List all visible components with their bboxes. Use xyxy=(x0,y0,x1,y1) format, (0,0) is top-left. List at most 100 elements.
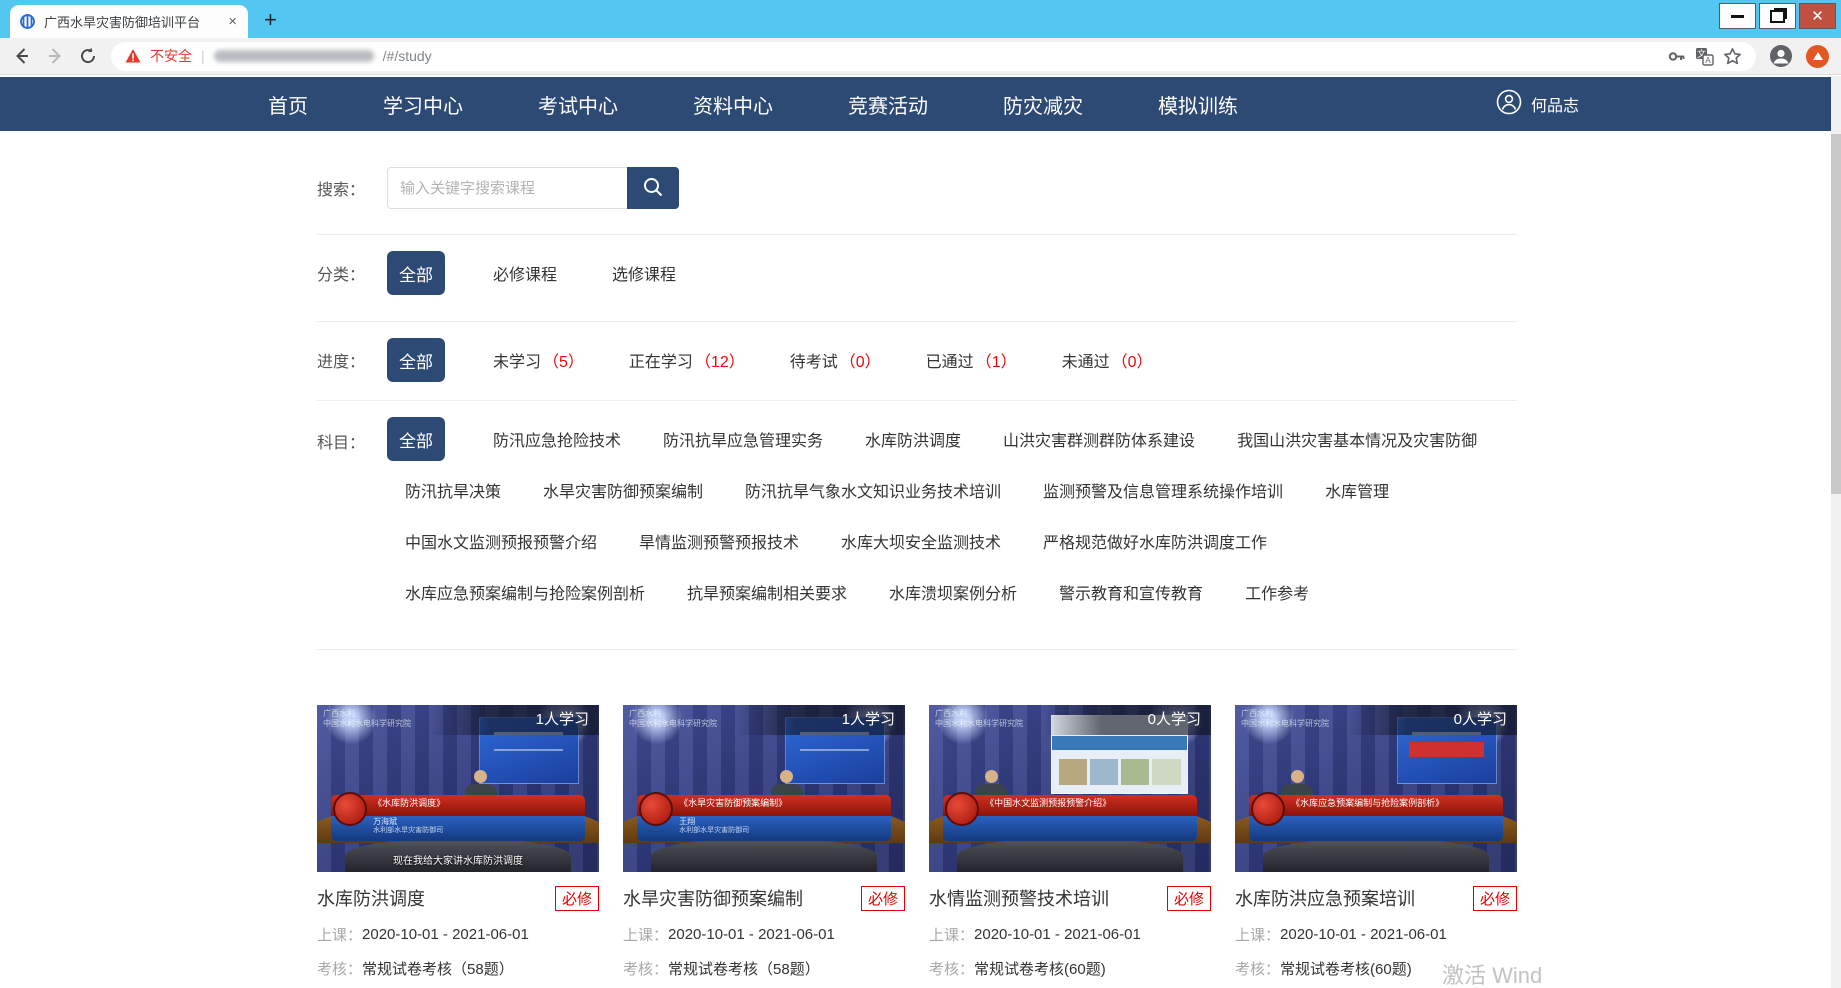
slide-image xyxy=(1090,759,1118,785)
lower-third-banner: 《水旱灾害防御预案编制》王翔水利部水旱灾害防御司 xyxy=(637,795,891,840)
course-card-2[interactable]: 广西水利中国水利水电科学研究院《水旱灾害防御预案编制》王翔水利部水旱灾害防御司1… xyxy=(623,705,905,988)
new-tab-button[interactable]: + xyxy=(264,9,277,31)
subject-row-2: 防汛抗旱决策 水旱灾害防御预案编制 防汛抗旱气象水文知识业务技术培训 监测预警及信息管… xyxy=(387,468,1519,512)
presenter-head xyxy=(985,770,998,783)
page-scrollbar[interactable] xyxy=(1831,76,1841,988)
subject-option[interactable]: 警示教育和宣传教育 xyxy=(1059,580,1203,604)
category-label: 分类： xyxy=(317,261,387,285)
translate-icon[interactable]: 文A xyxy=(1695,47,1714,66)
nav-item-6[interactable]: 防灾减灾 xyxy=(1003,90,1083,119)
scrollbar-thumb[interactable] xyxy=(1831,134,1841,494)
subject-option[interactable]: 防汛应急抢险技术 xyxy=(493,427,621,451)
nav-item-4[interactable]: 资料中心 xyxy=(693,90,773,119)
minimize-button[interactable] xyxy=(1719,3,1756,29)
nav-item-5[interactable]: 竞赛活动 xyxy=(848,90,928,119)
subject-option[interactable]: 水库应急预案编制与抢险案例剖析 xyxy=(405,580,645,604)
subject-option[interactable]: 中国水文监测预报预警介绍 xyxy=(405,529,597,553)
back-icon[interactable] xyxy=(12,46,32,66)
tab-close-icon[interactable]: × xyxy=(226,13,239,30)
maximize-icon xyxy=(1770,10,1785,23)
subject-option[interactable]: 防汛抗旱气象水文知识业务技术培训 xyxy=(745,478,1001,502)
class-dates-row: 上课：2020-10-01 - 2021-06-01 xyxy=(1235,924,1517,945)
reload-icon[interactable] xyxy=(78,46,98,66)
thumbnail-watermark-line2: 中国水利水电科学研究院 xyxy=(323,719,411,729)
close-icon: ✕ xyxy=(1811,9,1824,24)
class-label: 上课： xyxy=(317,924,362,945)
progress-filter-row: 进度： 全部 未学习（5） 正在学习（12） 待考试（0） 已通过（1） 未通过（0） xyxy=(317,338,1517,382)
subject-option[interactable]: 工作参考 xyxy=(1245,580,1309,604)
category-option-1[interactable]: 全部 xyxy=(387,251,445,295)
lower-third-banner: 《中国水文监测预报预警介绍》 xyxy=(943,795,1197,840)
course-thumbnail[interactable]: 广西水利中国水利水电科学研究院《水库防洪调度》万海斌水利部水旱灾害防御司现在我给… xyxy=(317,705,599,872)
address-input[interactable]: 不安全 | /#/study 文A xyxy=(111,42,1756,71)
bookmark-star-icon[interactable] xyxy=(1723,47,1742,66)
url-path: /#/study xyxy=(383,48,432,64)
subject-option[interactable]: 全部 xyxy=(387,417,445,461)
search-input[interactable] xyxy=(387,167,627,209)
subject-option[interactable]: 水库管理 xyxy=(1325,478,1389,502)
exam-row: 考核：常规试卷考核（58题） xyxy=(317,958,599,979)
maximize-button[interactable] xyxy=(1759,3,1796,29)
class-label: 上课： xyxy=(929,924,974,945)
subject-option[interactable]: 水库大坝安全监测技术 xyxy=(841,529,1001,553)
course-thumbnail[interactable]: 广西水利中国水利水电科学研究院《水库应急预案编制与抢险案例剖析》0人学习 xyxy=(1235,705,1517,872)
subject-option[interactable]: 防汛抗旱应急管理实务 xyxy=(663,427,823,451)
views-badge: 1人学习 xyxy=(430,705,599,735)
nav-item-1[interactable]: 首页 xyxy=(268,90,308,119)
address-separator: | xyxy=(201,48,205,64)
exam-type: 常规试卷考核（58题） xyxy=(668,958,820,979)
progress-option-2[interactable]: 未学习（5） xyxy=(493,348,584,372)
browser-update-icon[interactable] xyxy=(1806,45,1829,68)
course-card-3[interactable]: 广西水利中国水利水电科学研究院《中国水文监测预报预警介绍》0人学习水情监测预警技… xyxy=(929,705,1211,988)
subject-option[interactable]: 旱情监测预警预报技术 xyxy=(639,529,799,553)
subject-option[interactable]: 山洪灾害群测群防体系建设 xyxy=(1003,427,1195,451)
slide-header xyxy=(1052,736,1187,750)
course-title: 水旱灾害防御预案编制 xyxy=(623,885,803,911)
category-option-2[interactable]: 必修课程 xyxy=(493,261,557,285)
search-button[interactable] xyxy=(627,167,679,209)
profile-avatar-icon[interactable] xyxy=(1769,44,1793,68)
thumbnail-watermark-text: 广西水利中国水利水电科学研究院 xyxy=(935,709,1023,729)
slide-image xyxy=(1059,759,1087,785)
course-card-4[interactable]: 广西水利中国水利水电科学研究院《水库应急预案编制与抢险案例剖析》0人学习水库防洪… xyxy=(1235,705,1517,988)
subject-option[interactable]: 防汛抗旱决策 xyxy=(405,478,501,502)
nav-item-7[interactable]: 模拟训练 xyxy=(1158,90,1238,119)
course-card-1[interactable]: 广西水利中国水利水电科学研究院《水库防洪调度》万海斌水利部水旱灾害防御司现在我给… xyxy=(317,705,599,988)
category-option-3[interactable]: 选修课程 xyxy=(612,261,676,285)
class-label: 上课： xyxy=(1235,924,1280,945)
subject-option[interactable]: 我国山洪灾害基本情况及灾害防御 xyxy=(1237,427,1477,451)
course-thumbnail[interactable]: 广西水利中国水利水电科学研究院《水旱灾害防御预案编制》王翔水利部水旱灾害防御司1… xyxy=(623,705,905,872)
progress-option-3[interactable]: 正在学习（12） xyxy=(629,348,745,372)
exam-label: 考核： xyxy=(623,958,668,979)
class-dates: 2020-10-01 - 2021-06-01 xyxy=(1280,926,1447,943)
progress-option-5[interactable]: 已通过（1） xyxy=(926,348,1017,372)
nav-item-2[interactable]: 学习中心 xyxy=(383,90,463,119)
forward-icon[interactable] xyxy=(45,46,65,66)
slide-image xyxy=(1121,759,1149,785)
progress-option-1[interactable]: 全部 xyxy=(387,338,445,382)
close-button[interactable]: ✕ xyxy=(1799,3,1836,29)
nav-item-3[interactable]: 考试中心 xyxy=(538,90,618,119)
banner-title: 《水旱灾害防御预案编制》 xyxy=(637,795,891,816)
course-card-header: 水旱灾害防御预案编制必修 xyxy=(623,885,905,911)
subject-option[interactable]: 水旱灾害防御预案编制 xyxy=(543,478,703,502)
minimize-icon xyxy=(1731,15,1744,18)
progress-option-6[interactable]: 未通过（0） xyxy=(1062,348,1153,372)
browser-addressbar: 不安全 | /#/study 文A xyxy=(0,38,1841,75)
course-thumbnail[interactable]: 广西水利中国水利水电科学研究院《中国水文监测预报预警介绍》0人学习 xyxy=(929,705,1211,872)
subject-option[interactable]: 严格规范做好水库防洪调度工作 xyxy=(1043,529,1267,553)
class-dates: 2020-10-01 - 2021-06-01 xyxy=(668,926,835,943)
banner-title: 《中国水文监测预报预警介绍》 xyxy=(943,795,1197,816)
subject-option[interactable]: 监测预警及信息管理系统操作培训 xyxy=(1043,478,1283,502)
subject-option[interactable]: 水库溃坝案例分析 xyxy=(889,580,1017,604)
browser-tab[interactable]: 广西水旱灾害防御培训平台 × xyxy=(10,5,248,38)
progress-option-4[interactable]: 待考试（0） xyxy=(790,348,881,372)
progress-option-count: （12） xyxy=(695,348,745,372)
subject-option[interactable]: 抗旱预案编制相关要求 xyxy=(687,580,847,604)
class-dates-row: 上课：2020-10-01 - 2021-06-01 xyxy=(317,924,599,945)
user-menu[interactable]: 何品志 xyxy=(1496,89,1579,120)
tab-title: 广西水旱灾害防御培训平台 xyxy=(44,12,226,31)
password-key-icon[interactable] xyxy=(1667,47,1686,66)
subject-option[interactable]: 水库防洪调度 xyxy=(865,427,961,451)
progress-label: 进度： xyxy=(317,348,387,372)
